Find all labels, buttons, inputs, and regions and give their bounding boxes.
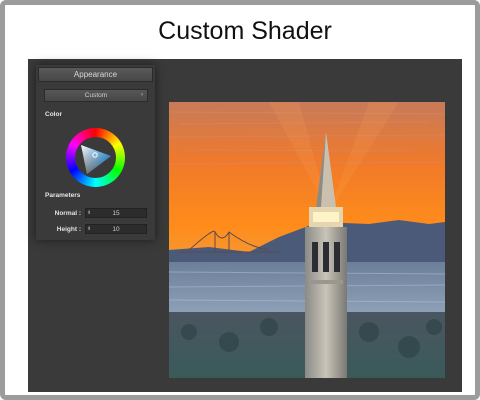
stepper-icon[interactable]: ⬍ bbox=[87, 225, 91, 234]
normal-value: 15 bbox=[112, 210, 120, 217]
height-input[interactable]: ⬍ 10 bbox=[85, 224, 147, 234]
saturation-triangle[interactable] bbox=[66, 128, 125, 187]
parameters-label: Parameters bbox=[45, 192, 81, 199]
param-row-normal: Normal : ⬍ 15 bbox=[45, 208, 149, 219]
chevron-right-icon: › bbox=[141, 92, 143, 98]
render-viewport[interactable]: Appearance Custom › Color Parameters Nor… bbox=[28, 59, 462, 392]
appearance-panel: Appearance Custom › Color Parameters Nor… bbox=[36, 65, 155, 240]
tower-sunset-image bbox=[169, 102, 445, 378]
shader-dropdown-value: Custom bbox=[84, 92, 108, 99]
shader-preview-image bbox=[169, 102, 445, 378]
param-row-height: Height : ⬍ 10 bbox=[45, 224, 149, 235]
color-label: Color bbox=[45, 111, 62, 118]
shader-dropdown[interactable]: Custom › bbox=[44, 89, 148, 102]
window-frame: Custom Shader Appearance Custom › Color bbox=[0, 0, 480, 400]
normal-label: Normal : bbox=[54, 210, 81, 217]
normal-input[interactable]: ⬍ 15 bbox=[85, 208, 147, 218]
height-label: Height : bbox=[56, 226, 81, 233]
color-picker[interactable] bbox=[66, 128, 125, 187]
page-title: Custom Shader bbox=[158, 17, 332, 45]
stepper-icon[interactable]: ⬍ bbox=[87, 209, 91, 218]
height-value: 10 bbox=[112, 226, 120, 233]
appearance-panel-header[interactable]: Appearance bbox=[38, 67, 153, 82]
